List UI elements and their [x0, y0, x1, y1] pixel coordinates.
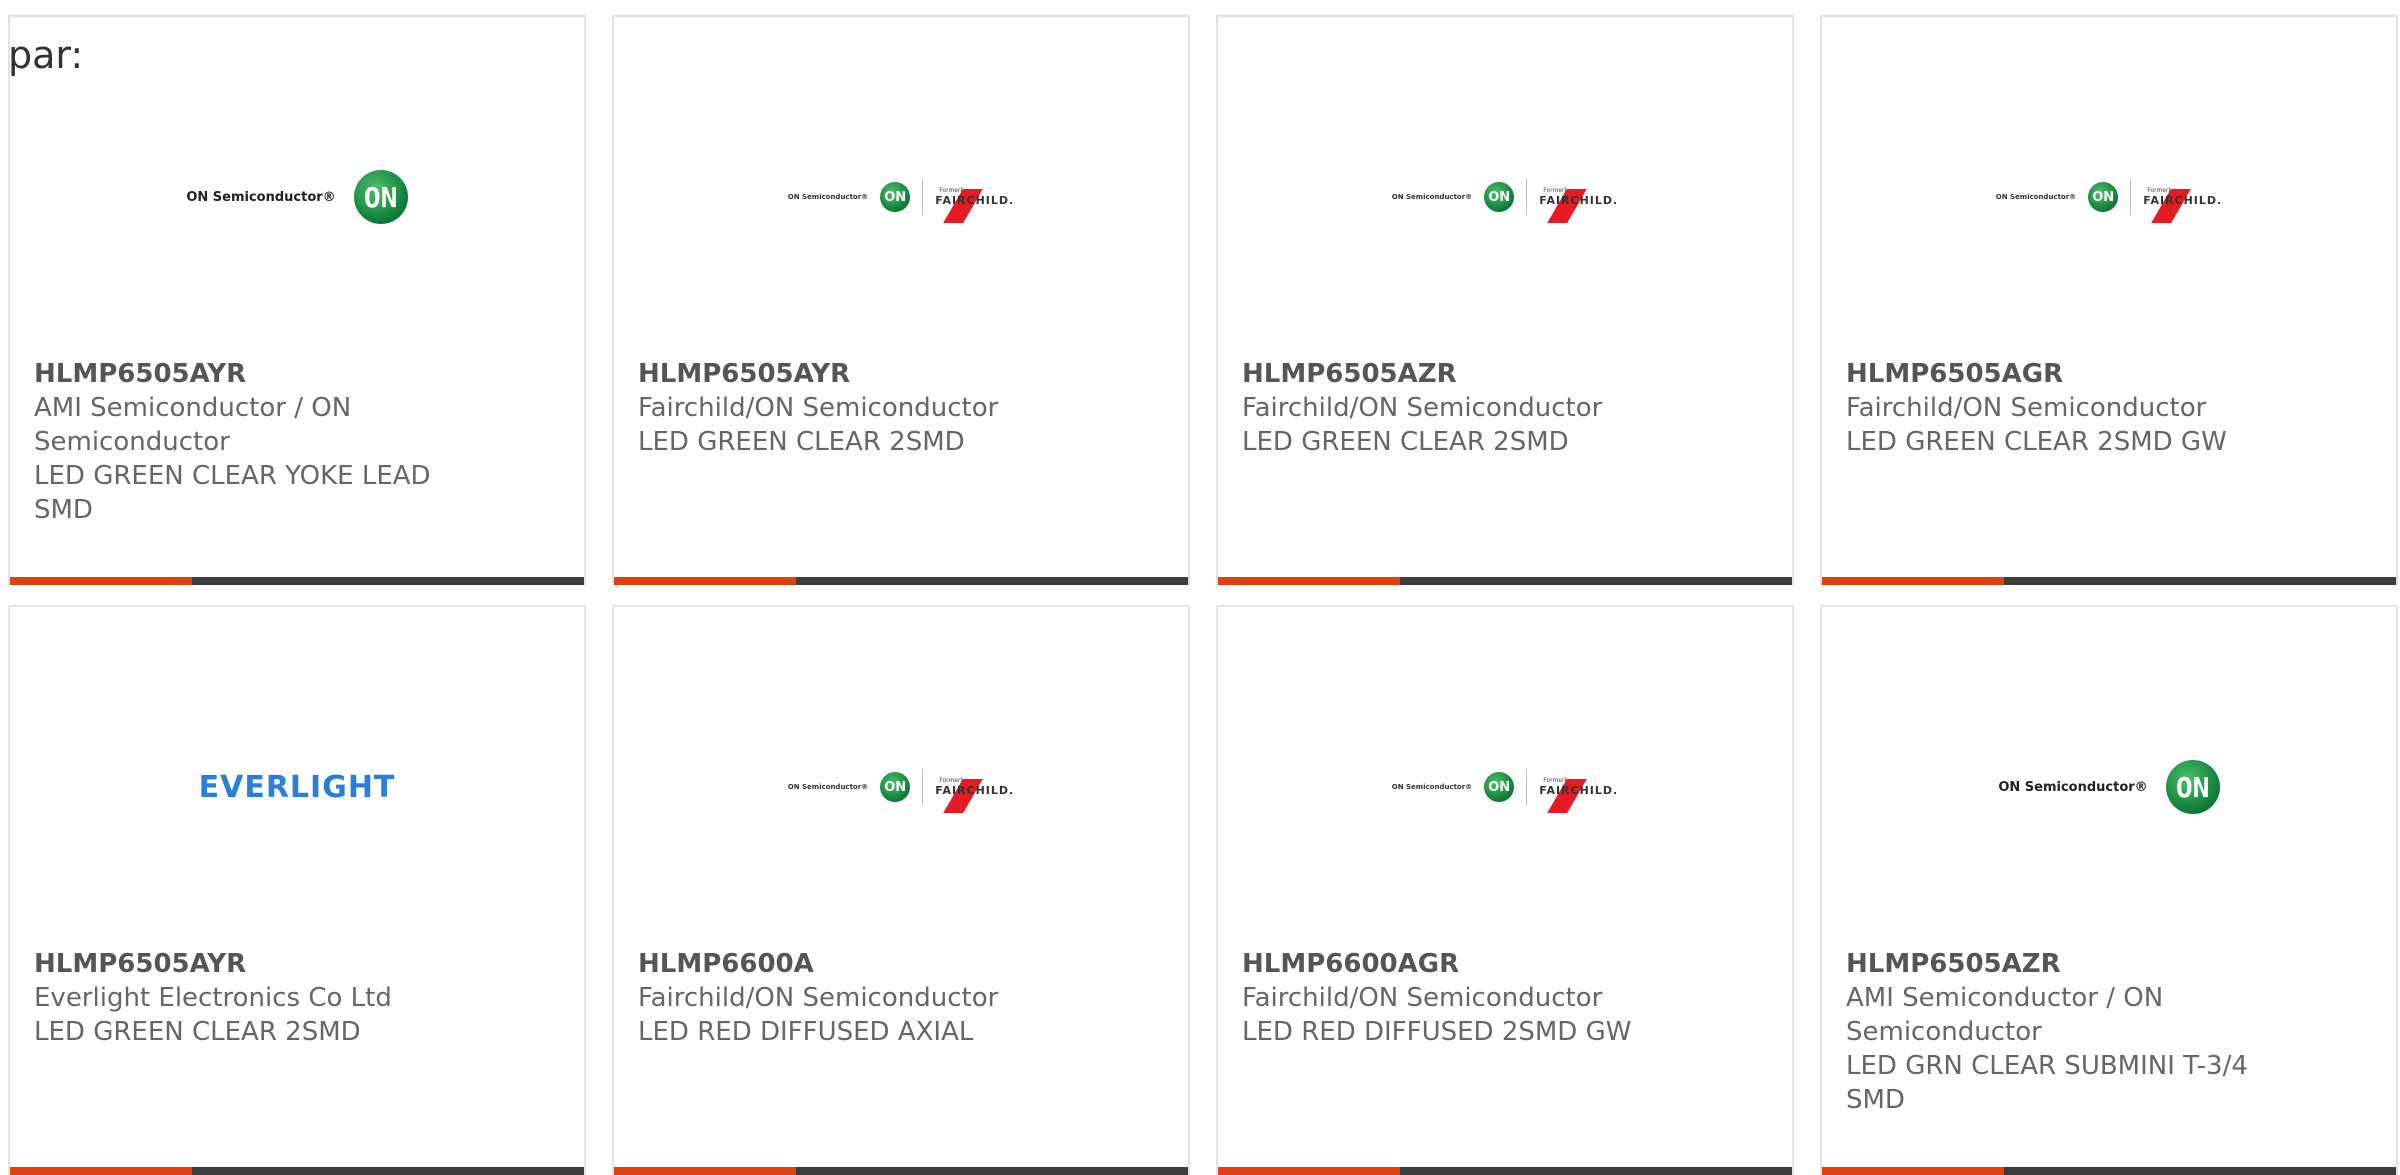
product-card[interactable]: ON Semiconductor® ON Formerly FAIRCHILD.… [612, 15, 1190, 585]
logo-divider [922, 769, 924, 805]
manufacturer-name: Fairchild/ON Semiconductor [638, 983, 999, 1013]
on-semiconductor-logo-text: ON Semiconductor® [787, 193, 869, 201]
product-card[interactable]: ON Semiconductor® ON Formerly FAIRCHILD.… [1216, 15, 1794, 585]
card-footer-bar [614, 577, 1188, 585]
fairchild-logo: Formerly FAIRCHILD. [935, 777, 1015, 813]
product-grid: ON Semiconductor® ON HLMP6505AYR AMI Sem… [8, 15, 2398, 1175]
card-footer-bar [1822, 1167, 2396, 1175]
product-info: HLMP6505AZR AMI Semiconductor / ON Semic… [1846, 947, 2266, 1117]
on-logo-icon: ON [880, 772, 911, 802]
logo-divider [922, 179, 924, 215]
product-card[interactable]: ON Semiconductor® ON HLMP6505AYR AMI Sem… [8, 15, 586, 585]
on-logo-icon: ON [1484, 772, 1515, 802]
product-card[interactable]: ON Semiconductor® ON Formerly FAIRCHILD.… [612, 605, 1190, 1175]
product-description: LED GREEN CLEAR 2SMD [638, 427, 965, 457]
product-info: HLMP6505AYR AMI Semiconductor / ON Semic… [34, 357, 454, 527]
logo-divider [2130, 179, 2132, 215]
everlight-logo-text: EVERLIGHT [198, 769, 396, 805]
card-footer-accent [10, 1167, 192, 1175]
manufacturer-name: Everlight Electronics Co Ltd [34, 983, 392, 1013]
on-logo-icon: ON [1484, 182, 1515, 212]
card-footer-bar [10, 1167, 584, 1175]
part-number[interactable]: HLMP6505AZR [1242, 357, 1662, 391]
product-card[interactable]: ON Semiconductor® ON Formerly FAIRCHILD.… [1820, 15, 2398, 585]
manufacturer-logo: ON Semiconductor® ON Formerly FAIRCHILD. [614, 737, 1188, 837]
on-semiconductor-logo-text: ON Semiconductor® [1998, 779, 2148, 795]
manufacturer-logo: ON Semiconductor® ON [1822, 737, 2396, 837]
on-semiconductor-logo-text: ON Semiconductor® [1391, 783, 1473, 791]
card-footer-accent [1822, 1167, 2004, 1175]
on-logo-icon: ON [2165, 760, 2220, 814]
manufacturer-name: Fairchild/ON Semiconductor [638, 393, 999, 423]
part-number[interactable]: HLMP6505AYR [34, 947, 454, 981]
on-logo-icon: ON [880, 182, 911, 212]
card-footer-bar [1218, 1167, 1792, 1175]
part-number[interactable]: HLMP6600A [638, 947, 1058, 981]
card-footer-accent [1822, 577, 2004, 585]
product-info: HLMP6505AGR Fairchild/ON Semiconductor L… [1846, 357, 2266, 459]
on-logo-icon: ON [353, 170, 408, 224]
part-number[interactable]: HLMP6505AYR [34, 357, 454, 391]
product-description: LED GREEN CLEAR 2SMD [1242, 427, 1569, 457]
fairchild-brand-text: FAIRCHILD. [1539, 194, 1619, 207]
product-description: LED GREEN CLEAR YOKE LEAD SMD [34, 461, 431, 525]
manufacturer-logo: EVERLIGHT [10, 737, 584, 837]
fairchild-brand-text: FAIRCHILD. [2143, 194, 2223, 207]
product-description: LED RED DIFFUSED AXIAL [638, 1017, 974, 1047]
fairchild-logo: Formerly FAIRCHILD. [1539, 187, 1619, 223]
product-info: HLMP6600AGR Fairchild/ON Semiconductor L… [1242, 947, 1662, 1049]
part-number[interactable]: HLMP6505AGR [1846, 357, 2266, 391]
manufacturer-logo: ON Semiconductor® ON Formerly FAIRCHILD. [1218, 737, 1792, 837]
part-number[interactable]: HLMP6600AGR [1242, 947, 1662, 981]
product-description: LED RED DIFFUSED 2SMD GW [1242, 1017, 1632, 1047]
product-description: LED GREEN CLEAR 2SMD GW [1846, 427, 2227, 457]
fairchild-logo: Formerly FAIRCHILD. [935, 187, 1015, 223]
fairchild-brand-text: FAIRCHILD. [1539, 784, 1619, 797]
manufacturer-logo: ON Semiconductor® ON Formerly FAIRCHILD. [1822, 147, 2396, 247]
on-logo-icon: ON [2088, 182, 2119, 212]
on-semiconductor-logo-text: ON Semiconductor® [1995, 193, 2077, 201]
on-semiconductor-logo-text: ON Semiconductor® [1391, 193, 1473, 201]
card-footer-accent [614, 1167, 796, 1175]
card-footer-accent [1218, 1167, 1400, 1175]
manufacturer-logo: ON Semiconductor® ON Formerly FAIRCHILD. [614, 147, 1188, 247]
on-semiconductor-logo-text: ON Semiconductor® [787, 783, 869, 791]
manufacturer-logo: ON Semiconductor® ON Formerly FAIRCHILD. [1218, 147, 1792, 247]
fairchild-brand-text: FAIRCHILD. [935, 784, 1015, 797]
manufacturer-name: AMI Semiconductor / ON Semiconductor [34, 393, 352, 457]
on-semiconductor-logo-text: ON Semiconductor® [186, 189, 336, 205]
card-footer-bar [614, 1167, 1188, 1175]
card-footer-accent [614, 577, 796, 585]
manufacturer-name: Fairchild/ON Semiconductor [1242, 983, 1603, 1013]
results-label: par: [8, 33, 84, 77]
product-card[interactable]: EVERLIGHT HLMP6505AYR Everlight Electron… [8, 605, 586, 1175]
product-card[interactable]: ON Semiconductor® ON HLMP6505AZR AMI Sem… [1820, 605, 2398, 1175]
part-number[interactable]: HLMP6505AYR [638, 357, 1058, 391]
product-info: HLMP6505AYR Everlight Electronics Co Ltd… [34, 947, 454, 1049]
part-number[interactable]: HLMP6505AZR [1846, 947, 2266, 981]
manufacturer-name: Fairchild/ON Semiconductor [1846, 393, 2207, 423]
card-footer-accent [10, 577, 192, 585]
product-info: HLMP6505AZR Fairchild/ON Semiconductor L… [1242, 357, 1662, 459]
product-description: LED GREEN CLEAR 2SMD [34, 1017, 361, 1047]
fairchild-logo: Formerly FAIRCHILD. [2143, 187, 2223, 223]
fairchild-logo: Formerly FAIRCHILD. [1539, 777, 1619, 813]
product-description: LED GRN CLEAR SUBMINI T-3/4 SMD [1846, 1051, 2248, 1115]
card-footer-bar [10, 577, 584, 585]
card-footer-bar [1218, 577, 1792, 585]
product-info: HLMP6600A Fairchild/ON Semiconductor LED… [638, 947, 1058, 1049]
manufacturer-name: Fairchild/ON Semiconductor [1242, 393, 1603, 423]
card-footer-bar [1822, 577, 2396, 585]
product-info: HLMP6505AYR Fairchild/ON Semiconductor L… [638, 357, 1058, 459]
product-card[interactable]: ON Semiconductor® ON Formerly FAIRCHILD.… [1216, 605, 1794, 1175]
logo-divider [1526, 769, 1528, 805]
card-footer-accent [1218, 577, 1400, 585]
fairchild-brand-text: FAIRCHILD. [935, 194, 1015, 207]
manufacturer-logo: ON Semiconductor® ON [10, 147, 584, 247]
manufacturer-name: AMI Semiconductor / ON Semiconductor [1846, 983, 2164, 1047]
logo-divider [1526, 179, 1528, 215]
